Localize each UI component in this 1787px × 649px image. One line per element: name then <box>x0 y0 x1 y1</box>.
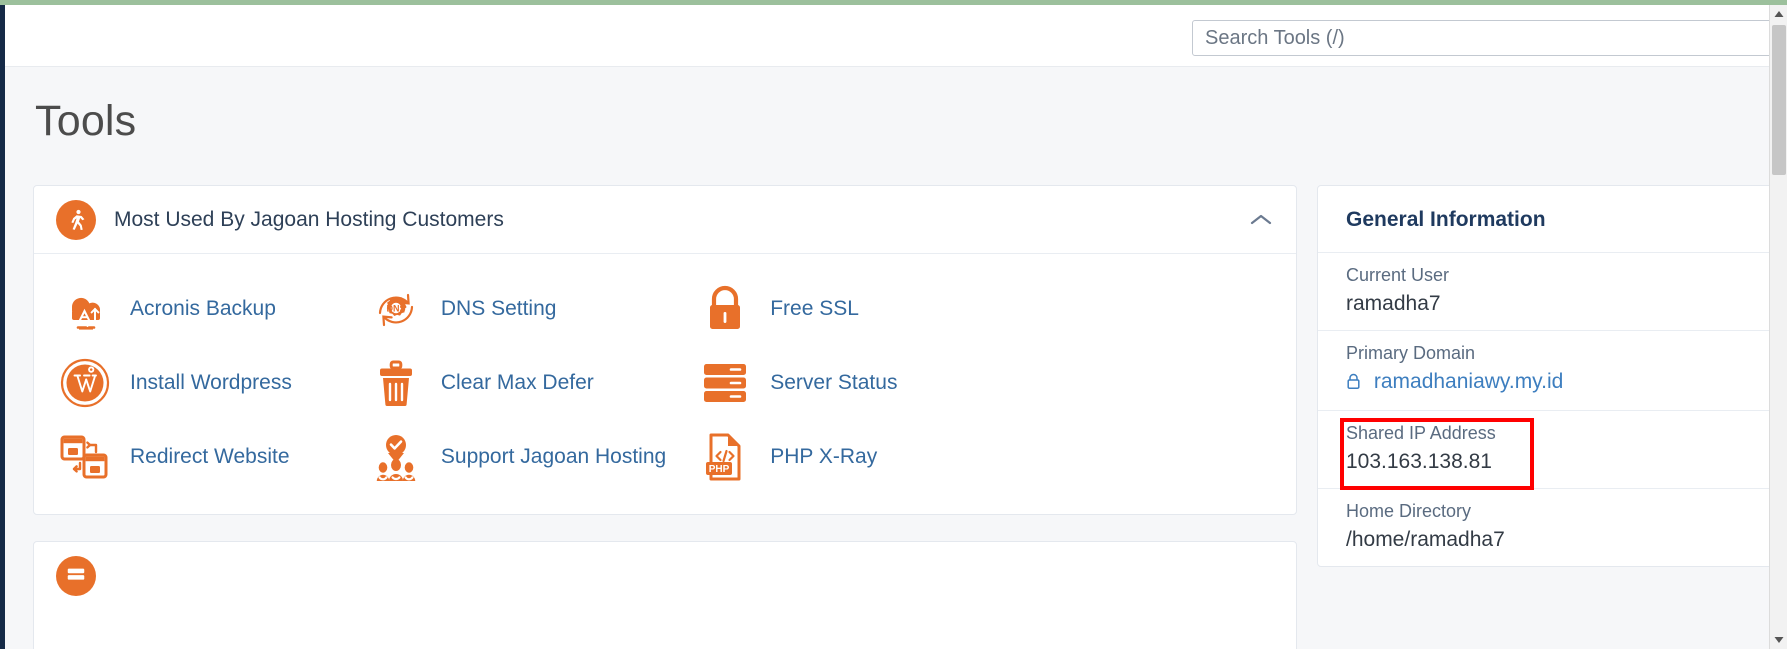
general-information-title: General Information <box>1346 208 1546 231</box>
triangle-up-icon[interactable] <box>1770 5 1787 23</box>
tool-label: DNS Setting <box>440 297 557 320</box>
info-label: Primary Domain <box>1346 343 1476 363</box>
wordpress-logo-icon <box>56 355 114 411</box>
dns-gear-refresh-icon: DNS <box>367 281 425 337</box>
next-card-partial <box>33 541 1297 649</box>
tool-support-jagoan-hosting[interactable]: Support Jagoan Hosting <box>345 420 674 494</box>
tool-dns-setting[interactable]: DNS DNS Setting <box>345 272 674 346</box>
trash-can-icon <box>367 355 425 411</box>
tool-label: Redirect Website <box>130 445 290 468</box>
general-information-card: General Information Current User ramadha… <box>1317 185 1775 567</box>
tool-clear-max-defer[interactable]: Clear Max Defer <box>345 346 674 420</box>
tool-label: Clear Max Defer <box>440 371 594 394</box>
svg-text:DNS: DNS <box>386 304 405 314</box>
info-value: 103.163.138.81 <box>1346 450 1492 473</box>
info-label: Shared IP Address <box>1346 423 1496 443</box>
info-row-shared-ip-address: Shared IP Address 103.163.138.81 <box>1318 410 1774 488</box>
page-scrollbar[interactable] <box>1769 5 1787 649</box>
most-used-card-title: Most Used By Jagoan Hosting Customers <box>114 207 504 231</box>
grid-spacer <box>985 272 1296 346</box>
tool-label: Free SSL <box>770 297 859 320</box>
tool-label: Acronis Backup <box>130 297 276 320</box>
svg-text:PHP: PHP <box>709 464 730 475</box>
info-value-link[interactable]: ramadhaniawy.my.id <box>1346 370 1746 396</box>
general-information-column: General Information Current User ramadha… <box>1317 185 1775 567</box>
info-value: ramadha7 <box>1346 292 1441 315</box>
primary-domain-text: ramadhaniawy.my.id <box>1373 370 1564 393</box>
tool-acronis-backup[interactable]: Acronis Backup <box>34 272 345 346</box>
partial-card-icon <box>56 556 96 596</box>
server-stack-icon <box>696 355 754 411</box>
tool-install-wordpress[interactable]: Install Wordpress <box>34 346 345 420</box>
chevron-up-icon[interactable] <box>1248 207 1274 233</box>
tool-php-xray[interactable]: PHP PHP X-Ray <box>674 420 985 494</box>
tools-grid: Acronis Backup DNS DNS Setting Free SSL … <box>34 254 1296 514</box>
tools-page: Tools Most Used By Jagoan Hosting Custom… <box>0 0 1787 649</box>
main-column: Most Used By Jagoan Hosting Customers Ac… <box>33 185 1297 649</box>
header-bar <box>5 5 1772 67</box>
tool-label: Server Status <box>770 371 898 394</box>
info-value: /home/ramadha7 <box>1346 528 1505 551</box>
info-label: Home Directory <box>1346 501 1472 521</box>
running-person-icon <box>56 199 96 240</box>
padlock-ssl-icon <box>696 281 754 337</box>
scrollbar-thumb[interactable] <box>1772 25 1786 175</box>
tool-server-status[interactable]: Server Status <box>674 346 985 420</box>
next-card-header <box>34 542 1296 610</box>
cloud-upload-acronis-icon <box>56 281 114 337</box>
page-body: Tools Most Used By Jagoan Hosting Custom… <box>5 67 1775 649</box>
info-row-home-directory: Home Directory /home/ramadha7 <box>1318 488 1774 566</box>
search-input[interactable] <box>1192 20 1772 56</box>
redirect-windows-icon <box>56 429 114 485</box>
tool-redirect-website[interactable]: Redirect Website <box>34 420 345 494</box>
page-title: Tools <box>35 97 137 145</box>
support-people-check-icon <box>367 429 425 485</box>
triangle-down-icon[interactable] <box>1770 631 1787 649</box>
most-used-card: Most Used By Jagoan Hosting Customers Ac… <box>33 185 1297 515</box>
tool-label: Install Wordpress <box>130 371 292 394</box>
grid-spacer <box>985 346 1296 420</box>
grid-spacer <box>985 420 1296 494</box>
php-file-code-icon: PHP <box>696 429 754 485</box>
padlock-icon <box>1346 372 1367 395</box>
tool-label: Support Jagoan Hosting <box>440 445 667 468</box>
tool-free-ssl[interactable]: Free SSL <box>674 272 985 346</box>
info-label: Current User <box>1346 265 1450 285</box>
most-used-card-header: Most Used By Jagoan Hosting Customers <box>34 186 1296 254</box>
info-row-primary-domain: Primary Domain ramadhaniawy.my.id <box>1318 330 1774 410</box>
info-row-current-user: Current User ramadha7 <box>1318 252 1774 330</box>
tool-label: PHP X-Ray <box>770 445 878 468</box>
